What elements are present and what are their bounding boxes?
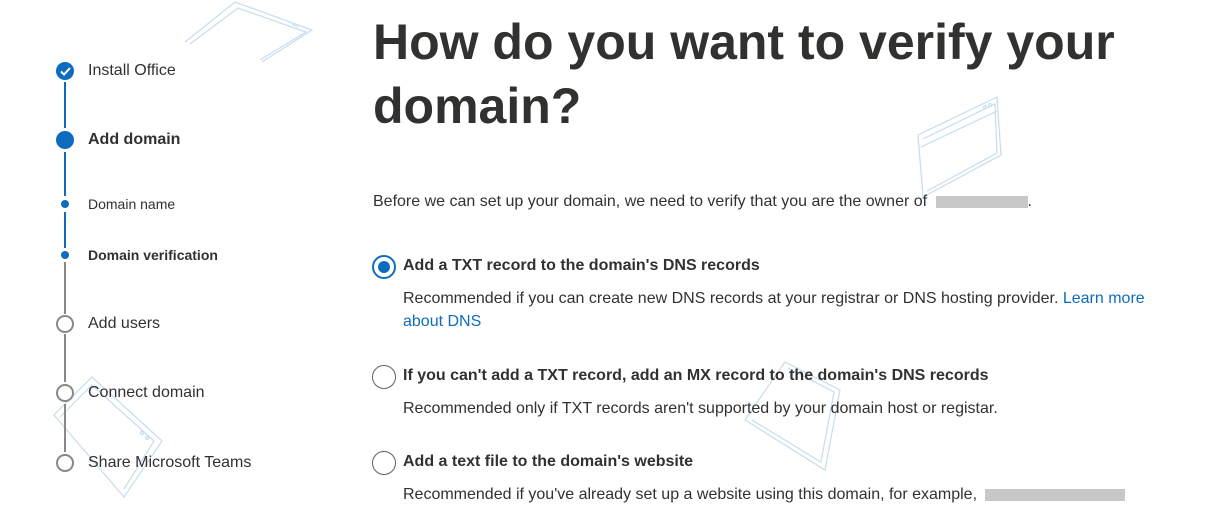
option-title: Add a TXT record to the domain's DNS rec… [403,257,760,274]
option-description: Recommended if you can create new DNS re… [403,287,1163,333]
stepper-connector [64,212,66,248]
step-label: Add users [88,315,161,332]
redacted-website-address [985,488,1126,501]
option-title: Add a text file to the domain's website [403,453,694,470]
intro-text-prefix: Before we can set up your domain, we nee… [373,193,932,210]
stepper-connector [64,152,66,196]
verification-option-mx[interactable]: If you can't add a TXT record, add an MX… [372,365,1172,420]
option-title: If you can't add a TXT record, add an MX… [403,367,989,384]
substep-domain-name[interactable]: Domain name [56,196,175,212]
step-label: Share Microsoft Teams [88,454,252,471]
step-share-microsoft-teams[interactable]: Share Microsoft Teams [56,454,251,472]
intro-text: Before we can set up your domain, we nee… [373,193,1032,211]
step-connect-domain[interactable]: Connect domain [56,384,205,402]
stepper-connector [64,262,66,314]
stepper-connector [64,82,66,128]
radio-txt-record[interactable] [372,255,396,279]
step-label: Add domain [88,131,181,148]
substep-indicator [61,200,69,208]
redacted-domain [935,195,1028,208]
radio-mx-record[interactable] [372,365,396,389]
step-install-office[interactable]: Install Office [56,62,176,80]
substep-indicator [61,251,69,259]
step-add-users[interactable]: Add users [56,315,160,333]
option-description-text: Recommended if you can create new DNS re… [403,290,1063,307]
step-pending-indicator [56,315,74,333]
step-current-indicator [56,131,74,149]
step-pending-indicator [56,384,74,402]
checkmark-icon [59,66,71,76]
step-label: Install Office [88,62,176,79]
option-description: Recommended if you've already set up a w… [403,483,1163,506]
setup-progress-stepper: Install Office Add domain Domain name Do… [0,0,330,528]
step-add-domain[interactable]: Add domain [56,131,180,149]
verification-option-text-file[interactable]: Add a text file to the domain's website … [372,451,1172,511]
substep-domain-verification[interactable]: Domain verification [56,247,218,263]
step-label: Connect domain [88,384,205,401]
step-label: Domain verification [88,247,218,263]
stepper-connector [64,404,66,452]
option-description-text: Recommended if you've already set up a w… [403,486,982,503]
radio-text-file[interactable] [372,451,396,475]
intro-text-suffix: . [1027,193,1032,210]
step-pending-indicator [56,454,74,472]
verification-option-txt[interactable]: Add a TXT record to the domain's DNS rec… [372,255,1172,335]
option-description: Recommended only if TXT records aren't s… [403,400,998,417]
step-complete-indicator [56,62,74,80]
page-title: How do you want to verify your domain? [373,14,1115,134]
step-label: Domain name [88,196,176,212]
stepper-connector [64,334,66,382]
